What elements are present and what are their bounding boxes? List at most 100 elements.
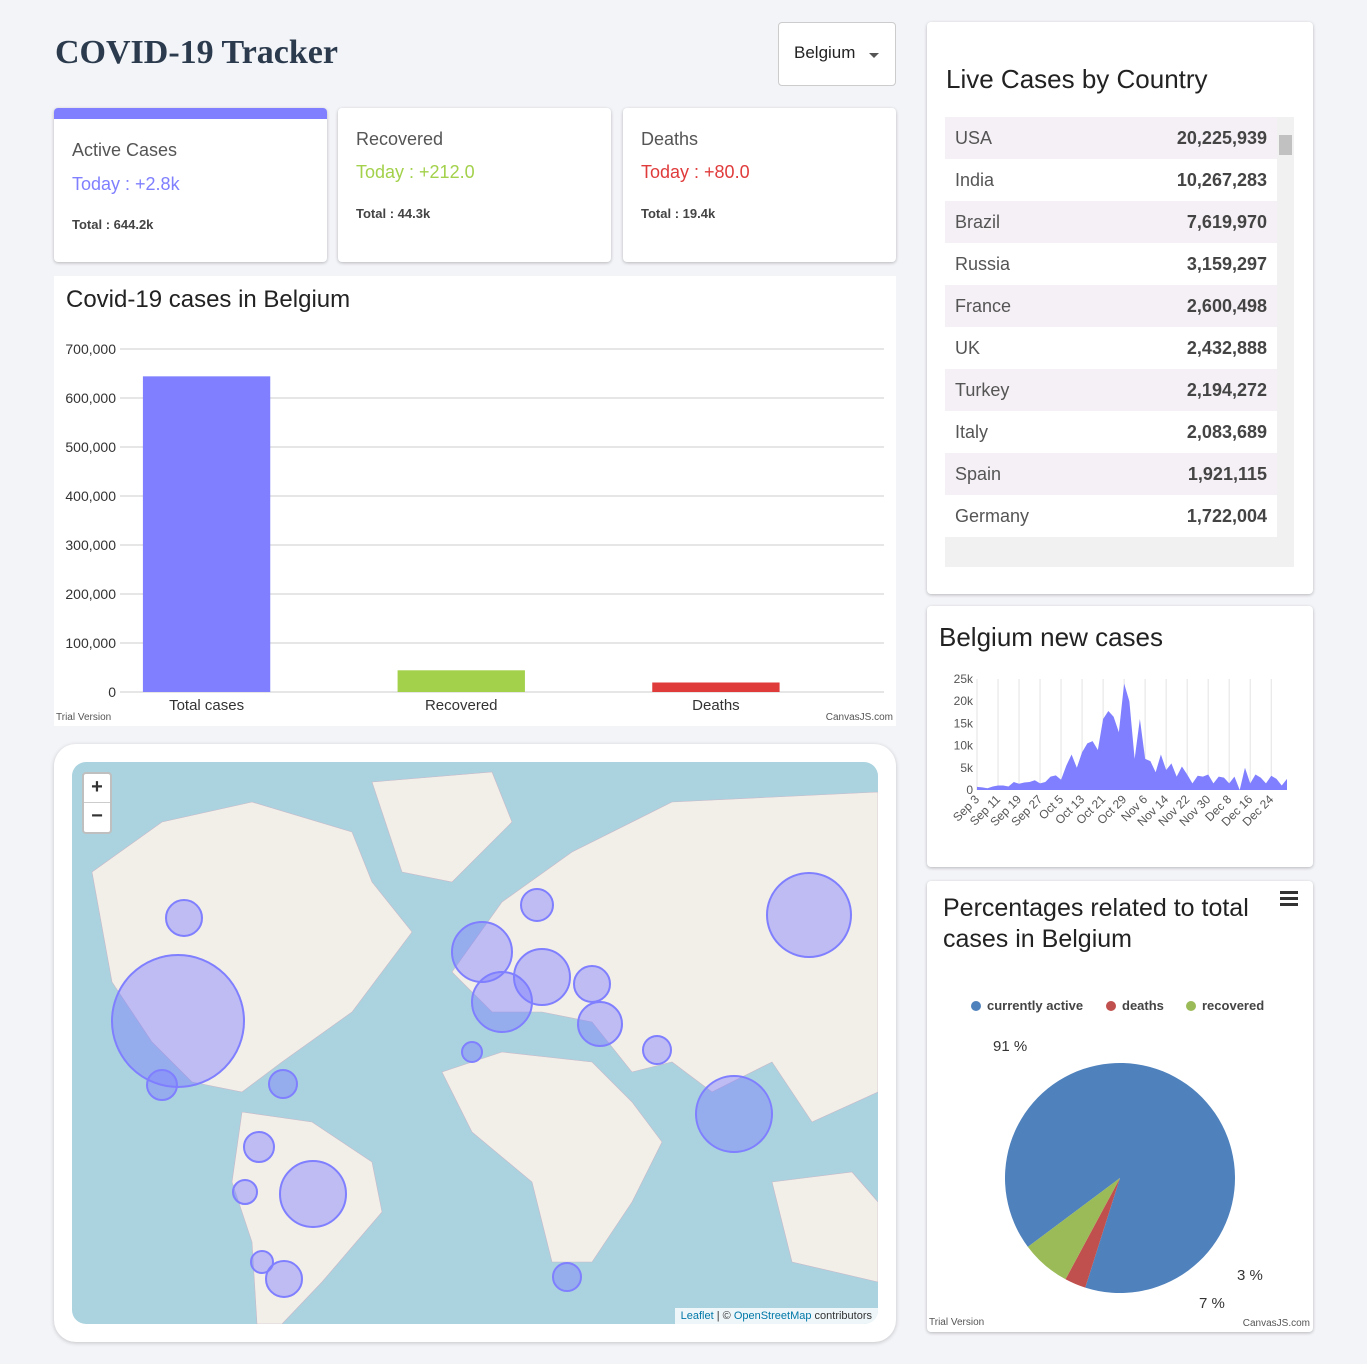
country-bubble xyxy=(268,1069,298,1099)
stat-today: Today : +80.0 xyxy=(641,162,750,182)
legend-item: recovered xyxy=(1202,998,1264,1013)
country-cases: 3,159,297 xyxy=(1186,253,1267,274)
country-name: India xyxy=(955,169,995,190)
y-tick-label: 10k xyxy=(954,739,974,753)
bar-deaths xyxy=(652,682,780,692)
country-select[interactable]: Belgium xyxy=(778,22,896,86)
map-card: + − Leaflet | © OpenStreetMap contributo… xyxy=(54,744,896,1342)
y-tick-label: 500,000 xyxy=(65,439,116,455)
y-tick-label: 700,000 xyxy=(65,341,116,357)
pie-chart: currently active deaths recovered 91 % 3 % 7 … xyxy=(971,998,1264,1312)
country-name: USA xyxy=(955,127,993,148)
zoom-control: + − xyxy=(82,772,112,834)
y-tick-label: 0 xyxy=(108,684,116,700)
new-cases-chart: 05k10k15k20k25kSep 3Sep 11Sep 19Sep 27Oc… xyxy=(950,672,1287,829)
caret-down-icon xyxy=(869,53,879,58)
country-row[interactable]: Italy 2,083,689 xyxy=(945,411,1277,453)
country-name: UK xyxy=(955,337,981,358)
attribution-text: contributors xyxy=(811,1310,872,1322)
country-row[interactable]: France 2,600,498 xyxy=(945,285,1277,327)
stat-label: Deaths xyxy=(641,129,699,149)
pie-label: 7 % xyxy=(1199,1295,1225,1312)
y-tick-label: 300,000 xyxy=(65,537,116,553)
pie-chart-card: Percentages related to total cases in Be… xyxy=(927,881,1313,1332)
stat-label: Active Cases xyxy=(72,140,178,160)
country-bubble xyxy=(461,1041,483,1063)
country-bubble xyxy=(165,899,203,937)
country-name: France xyxy=(955,295,1012,316)
country-bubble xyxy=(552,1262,582,1292)
legend-item: deaths xyxy=(1122,998,1164,1013)
trial-watermark: Trial Version xyxy=(56,712,112,723)
stat-today: Today : +212.0 xyxy=(356,162,475,182)
stat-total: Total : 44.3k xyxy=(356,206,431,221)
country-bubble xyxy=(250,1250,274,1274)
zoom-out-button[interactable]: − xyxy=(84,803,110,832)
country-row[interactable]: Germany 1,722,004 xyxy=(945,495,1277,537)
legend-marker xyxy=(1186,1001,1196,1011)
x-tick-label: Total cases xyxy=(169,697,244,714)
deaths-card[interactable]: Deaths Today : +80.0 Total : 19.4k xyxy=(623,108,896,262)
country-row[interactable]: Turkey 2,194,272 xyxy=(945,369,1277,411)
country-cases: 10,267,283 xyxy=(1176,169,1267,190)
new-cases-card: Belgium new cases 0 5k 10k 15k 20k 25k Sep 3 Se… xyxy=(927,606,1313,867)
active-cases-card: Active Cases Today : +2.8k Total : 644.2… xyxy=(54,108,327,262)
country-row[interactable]: UK 2,432,888 xyxy=(945,327,1277,369)
pie-label: 3 % xyxy=(1237,1267,1263,1284)
x-tick-label: Recovered xyxy=(425,697,498,714)
legend-marker xyxy=(1106,1001,1116,1011)
country-cases: 2,194,272 xyxy=(1186,379,1267,400)
country-row[interactable]: Spain 1,921,115 xyxy=(945,453,1277,495)
horizontal-scrollbar[interactable] xyxy=(945,537,1294,567)
country-bubble xyxy=(577,1001,623,1047)
map-layer xyxy=(91,771,878,1324)
world-map[interactable]: + − Leaflet | © OpenStreetMap contributo… xyxy=(72,762,878,1324)
country-name: Italy xyxy=(955,421,989,442)
country-bubble xyxy=(111,954,245,1088)
active-indicator xyxy=(54,108,327,119)
osm-link[interactable]: OpenStreetMap xyxy=(734,1310,812,1322)
country-cases: 2,600,498 xyxy=(1186,295,1267,316)
y-tick-label: 5k xyxy=(960,761,974,775)
country-bubble xyxy=(232,1179,258,1205)
map-attribution: Leaflet | © OpenStreetMap contributors xyxy=(674,1308,878,1324)
bar-recovered xyxy=(397,670,525,692)
trial-watermark: Trial Version xyxy=(929,1317,985,1328)
zoom-in-button[interactable]: + xyxy=(84,774,110,803)
country-bubble xyxy=(766,872,852,958)
recovered-card[interactable]: Recovered Today : +212.0 Total : 44.3k xyxy=(338,108,611,262)
scrollbar-thumb[interactable] xyxy=(1279,135,1292,155)
y-tick-label: 200,000 xyxy=(65,586,116,602)
country-row[interactable]: Russia 3,159,297 xyxy=(945,243,1277,285)
y-tick-label: 100,000 xyxy=(65,635,116,651)
country-name: Spain xyxy=(955,463,1002,484)
country-name: Germany xyxy=(955,505,1030,526)
country-row[interactable]: Brazil 7,619,970 xyxy=(945,201,1277,243)
country-row[interactable]: India 10,267,283 xyxy=(945,159,1277,201)
country-cases: 1,722,004 xyxy=(1186,505,1267,526)
x-tick-label: Deaths xyxy=(692,697,740,714)
stat-total: Total : 644.2k xyxy=(72,217,154,232)
country-bubble xyxy=(146,1069,178,1101)
y-tick-label: 25k xyxy=(954,672,974,686)
country-bubble xyxy=(243,1131,275,1163)
bar-chart: 0 100,000 200,000 300,000 400,000 500,000 600,… xyxy=(65,341,884,714)
country-bubble xyxy=(279,1160,347,1228)
vertical-scrollbar[interactable] xyxy=(1277,117,1294,537)
bar-chart-card: Covid-19 cases in Belgium 0 100,000 200,00… xyxy=(54,276,896,726)
stat-label: Recovered xyxy=(356,129,444,149)
country-cases: 2,432,888 xyxy=(1186,337,1267,358)
leaflet-link[interactable]: Leaflet xyxy=(681,1310,714,1322)
country-cases: 2,083,689 xyxy=(1186,421,1267,442)
canvasjs-credit[interactable]: CanvasJS.com xyxy=(826,712,893,723)
country-cases: 7,619,970 xyxy=(1186,211,1267,232)
pie-label: 91 % xyxy=(993,1038,1027,1055)
country-cases: 1,921,115 xyxy=(1187,463,1267,484)
country-row[interactable]: USA 20,225,939 xyxy=(945,117,1277,159)
canvasjs-credit[interactable]: CanvasJS.com xyxy=(1243,1318,1310,1329)
country-bubble xyxy=(513,948,571,1006)
legend-item: currently active xyxy=(987,998,1083,1013)
legend-marker xyxy=(971,1001,981,1011)
y-tick-label: 600,000 xyxy=(65,390,116,406)
stat-total: Total : 19.4k xyxy=(641,206,716,221)
